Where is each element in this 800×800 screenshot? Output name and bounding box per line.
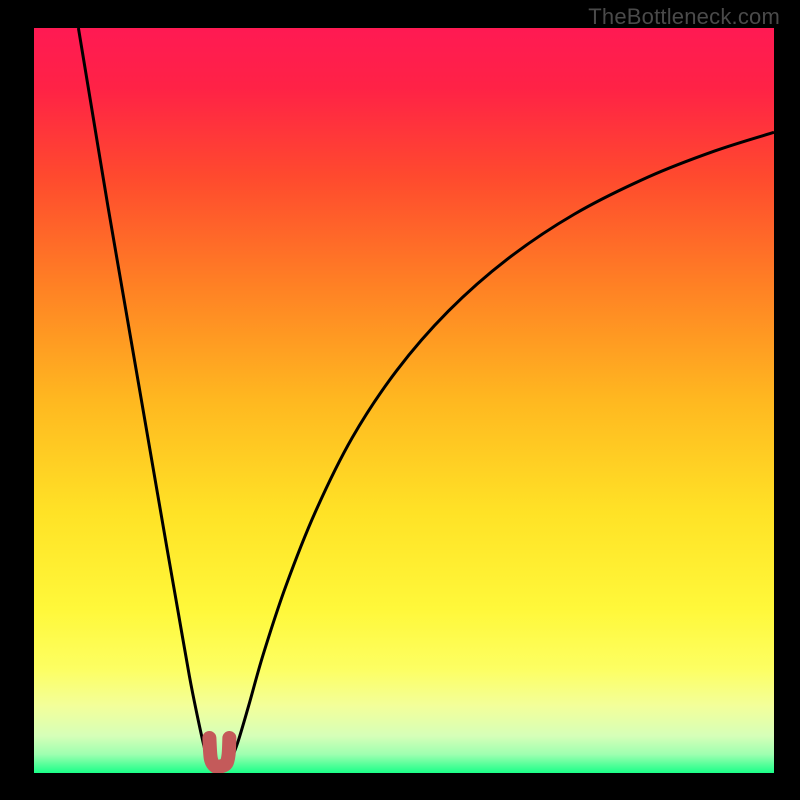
series-right-branch [229, 132, 774, 764]
series-left-branch [78, 28, 209, 764]
series-marker-u [209, 738, 229, 767]
watermark-text: TheBottleneck.com [588, 4, 780, 30]
chart-curves [34, 28, 774, 773]
plot-area [34, 28, 774, 773]
chart-frame: TheBottleneck.com [0, 0, 800, 800]
